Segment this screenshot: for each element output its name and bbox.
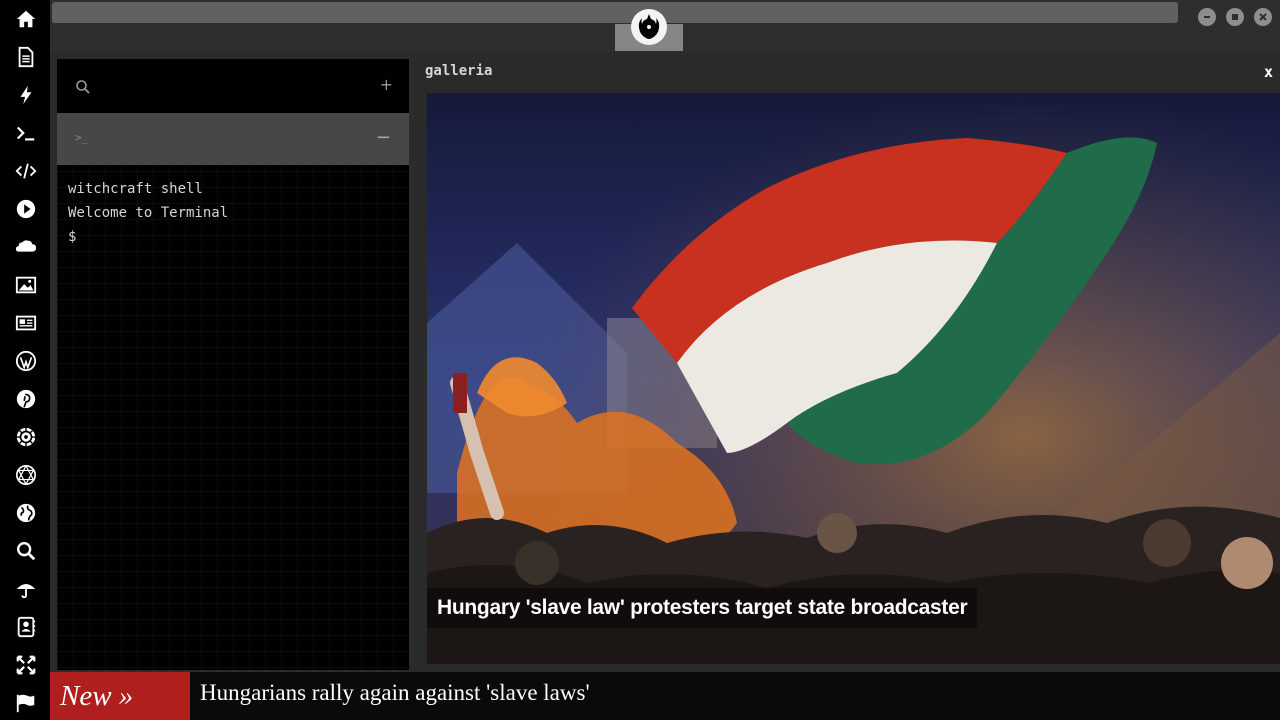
network-sphere-icon[interactable] bbox=[13, 462, 39, 488]
rebel-alliance-icon[interactable] bbox=[630, 8, 668, 46]
pinterest-icon[interactable] bbox=[13, 386, 39, 412]
terminal-tab[interactable]: >_ − bbox=[57, 113, 409, 165]
new-terminal-button[interactable]: + bbox=[380, 75, 393, 94]
code-icon[interactable] bbox=[13, 158, 39, 184]
lightning-icon[interactable] bbox=[13, 82, 39, 108]
gallery-photo[interactable]: Hungary 'slave law' protesters target st… bbox=[427, 93, 1280, 664]
terminal-prompt: $ bbox=[68, 229, 77, 245]
news-ticker: New » Hungarians rally again against 'sl… bbox=[50, 672, 1280, 720]
galactic-empire-icon[interactable] bbox=[13, 424, 39, 450]
gallery-caption: Hungary 'slave law' protesters target st… bbox=[427, 588, 978, 628]
search-icon[interactable] bbox=[75, 79, 91, 95]
flag-icon[interactable] bbox=[13, 690, 39, 716]
collapse-terminal-button[interactable]: − bbox=[376, 127, 391, 148]
search-icon[interactable] bbox=[13, 538, 39, 564]
close-icon bbox=[1259, 13, 1267, 21]
umbrella-icon[interactable] bbox=[13, 576, 39, 602]
close-window-button[interactable] bbox=[1254, 8, 1272, 26]
document-icon[interactable] bbox=[13, 44, 39, 70]
terminal-panel: + >_ − witchcraft shell Welcome to Termi… bbox=[57, 59, 409, 670]
terminal-line: Welcome to Terminal bbox=[68, 205, 229, 221]
expand-icon[interactable] bbox=[13, 652, 39, 678]
ticker-badge: New » bbox=[50, 672, 190, 720]
contacts-icon[interactable] bbox=[13, 614, 39, 640]
terminal-search-row: + bbox=[57, 59, 409, 113]
minimize-button[interactable] bbox=[1198, 8, 1216, 26]
app-sidebar bbox=[0, 0, 50, 720]
prompt-icon: >_ bbox=[75, 131, 89, 144]
gallery-panel: galleria x Hungary 'slave law' protester… bbox=[417, 59, 1280, 670]
terminal-line: witchcraft shell bbox=[68, 181, 203, 197]
play-icon[interactable] bbox=[13, 196, 39, 222]
cloud-icon[interactable] bbox=[13, 234, 39, 260]
minimize-icon bbox=[1204, 16, 1210, 18]
globe-icon[interactable] bbox=[13, 500, 39, 526]
top-bar bbox=[50, 0, 1280, 52]
gallery-close-button[interactable]: x bbox=[1264, 63, 1273, 81]
image-icon[interactable] bbox=[13, 272, 39, 298]
terminal-icon[interactable] bbox=[13, 120, 39, 146]
ticker-headline[interactable]: Hungarians rally again against 'slave la… bbox=[200, 680, 590, 706]
gallery-title: galleria bbox=[425, 63, 493, 79]
maximize-icon bbox=[1232, 14, 1238, 20]
terminal-output[interactable]: witchcraft shell Welcome to Terminal $ bbox=[68, 177, 228, 249]
maximize-button[interactable] bbox=[1226, 8, 1244, 26]
home-icon[interactable] bbox=[13, 6, 39, 32]
wordpress-icon[interactable] bbox=[13, 348, 39, 374]
address-bar[interactable] bbox=[52, 2, 1178, 23]
newspaper-icon[interactable] bbox=[13, 310, 39, 336]
